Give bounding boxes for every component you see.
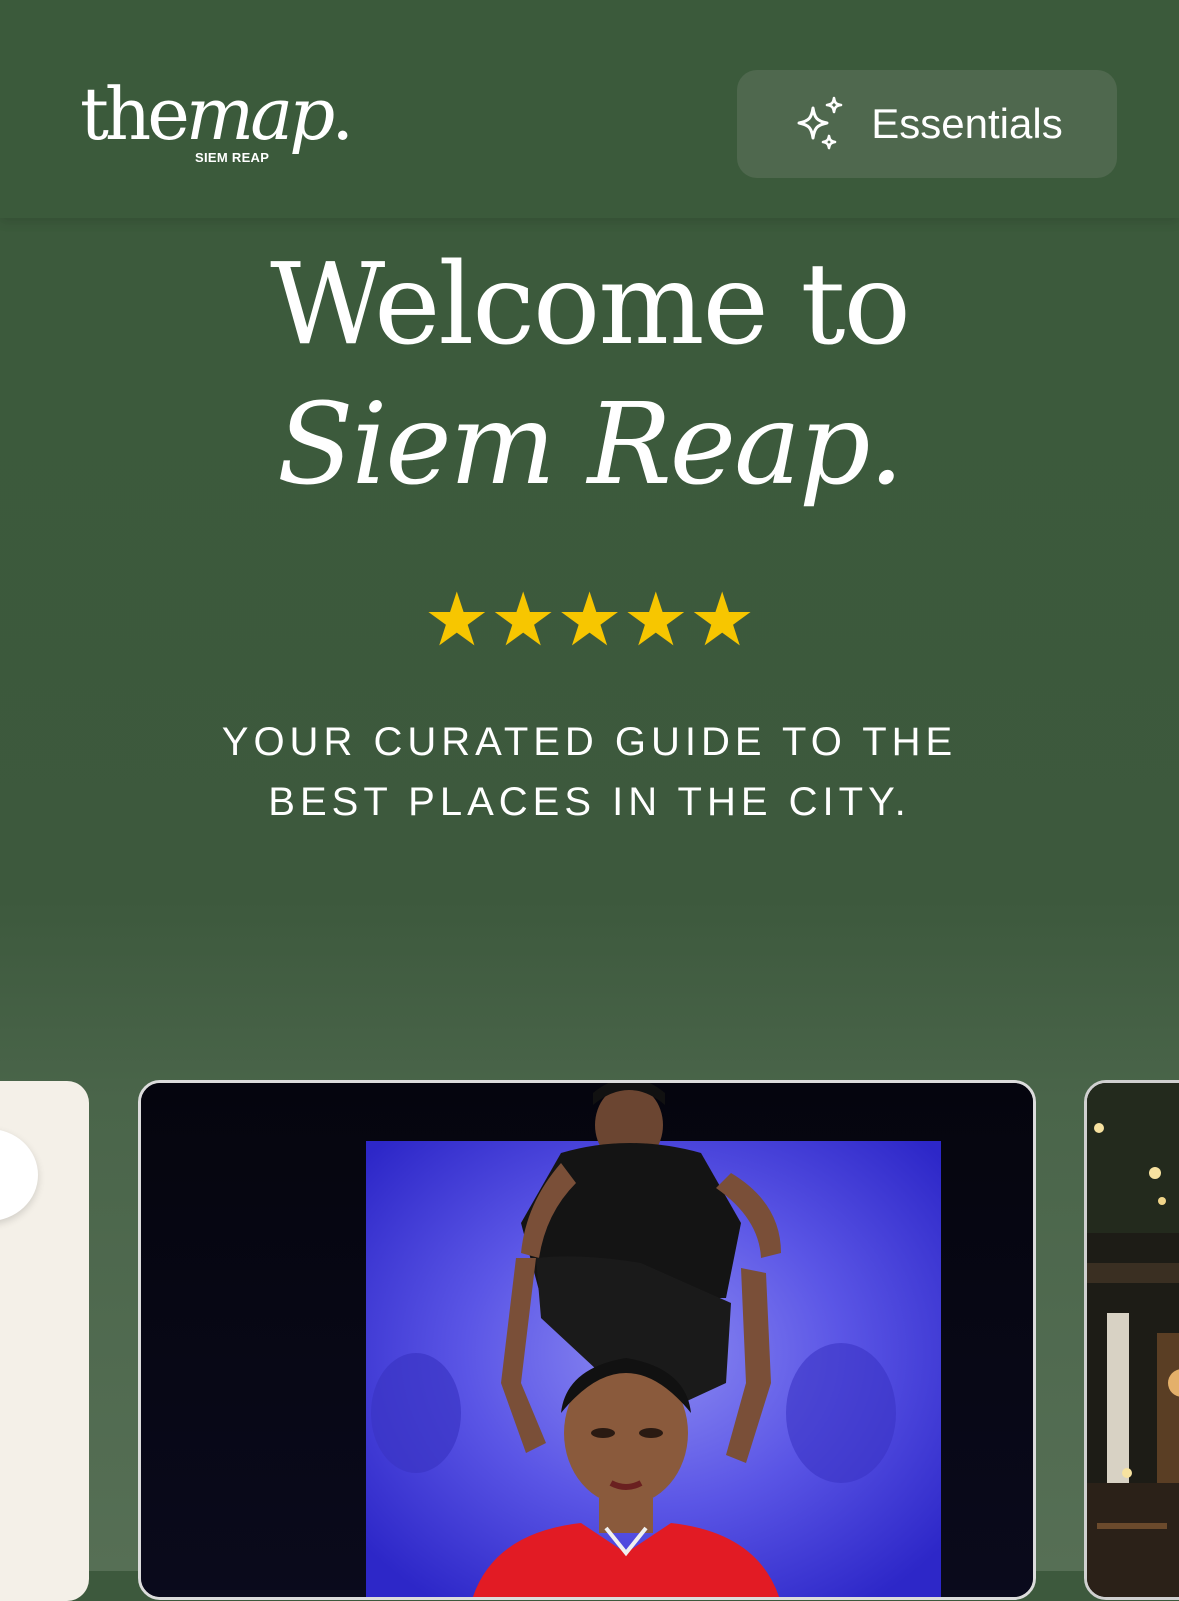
carousel-card-previous[interactable] — [0, 1081, 89, 1601]
logo-word-the: the — [80, 72, 190, 156]
hero-title-line1: Welcome to — [270, 240, 911, 370]
logo-subtitle: SIEM REAP — [195, 150, 270, 165]
themap-logo[interactable]: themap. SIEM REAP — [80, 78, 354, 178]
hero-title: Welcome to Siem Reap. — [0, 240, 1179, 520]
star-rating: ★★★★★ — [423, 578, 756, 661]
logo-wordmark: themap. — [80, 78, 354, 150]
performer-photo — [141, 1083, 1033, 1597]
carousel-card-next[interactable] — [1084, 1080, 1179, 1600]
restaurant-photo — [1087, 1083, 1179, 1597]
hero-title-line2: Siem Reap. — [276, 380, 904, 510]
card-favorite-button[interactable] — [0, 1129, 38, 1221]
sparkles-icon — [797, 96, 843, 150]
tagline-line2: BEST PLACES IN THE CITY. — [268, 780, 911, 824]
hero-tagline: YOUR CURATED GUIDE TO THE BEST PLACES IN… — [0, 712, 1179, 832]
logo-dot: . — [331, 72, 354, 156]
tagline-line1: YOUR CURATED GUIDE TO THE — [221, 720, 958, 764]
essentials-button[interactable]: Essentials — [737, 70, 1117, 178]
site-header: themap. SIEM REAP Essentials — [0, 0, 1179, 218]
carousel-card-featured[interactable] — [138, 1080, 1036, 1600]
logo-word-map: map — [185, 72, 335, 156]
essentials-label: Essentials — [871, 100, 1063, 147]
